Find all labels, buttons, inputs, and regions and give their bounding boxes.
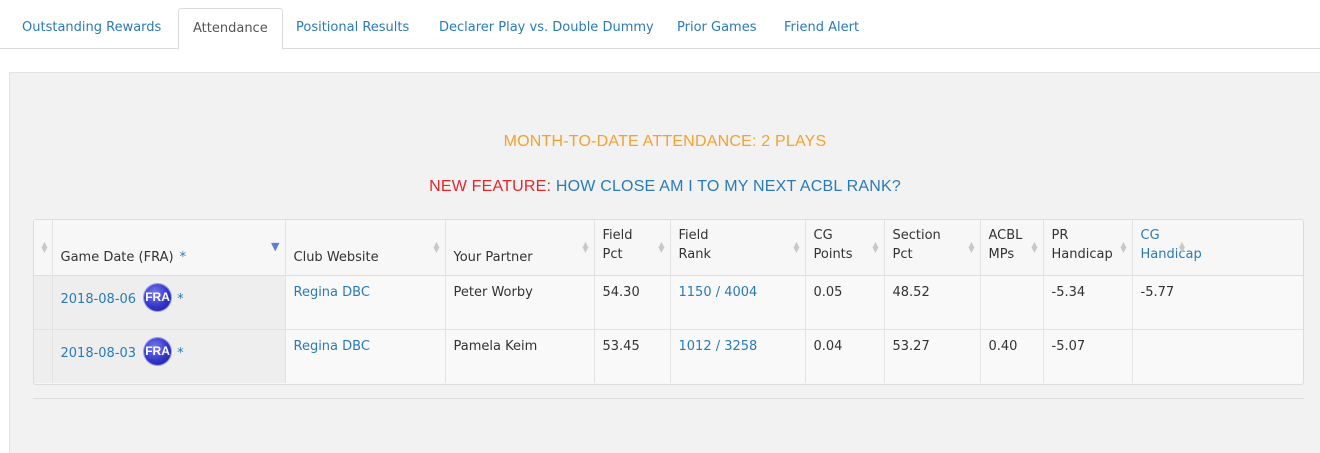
header-pr-handicap[interactable]: PR Handicap ▲ ▼ <box>1043 220 1133 275</box>
tab-positional-results[interactable]: Positional Results <box>296 8 409 50</box>
header-club-website[interactable]: Club Website ▲ ▼ <box>285 220 446 275</box>
fra-badge-icon: FRA <box>144 283 172 311</box>
table-row: 2018-08-06 FRA * Regina DBC Peter Worby 54… <box>34 275 1303 329</box>
sort-icon[interactable]: ▲ ▼ <box>582 241 588 254</box>
game-date-link[interactable]: 2018-08-03 <box>61 346 137 361</box>
cell-section-pct: 48.52 <box>884 275 981 329</box>
cell-game-date: 2018-08-06 FRA * <box>52 275 286 329</box>
header-cg-points-label: CG Points <box>813 228 853 262</box>
club-website-link[interactable]: Regina DBC <box>294 339 370 354</box>
header-game-date[interactable]: Game Date (FRA) * ▼ <box>52 220 286 275</box>
new-feature-line: NEW FEATURE: HOW CLOSE AM I TO MY NEXT A… <box>10 178 1320 196</box>
new-feature-label: NEW FEATURE: <box>429 178 552 195</box>
header-acbl-mps-label: ACBL MPs <box>988 228 1023 262</box>
field-rank-link[interactable]: 1012 / 3258 <box>679 339 758 354</box>
header-field-pct-label: Field Pct <box>602 228 633 262</box>
sort-icon[interactable]: ▲ ▼ <box>968 241 974 254</box>
header-game-date-label: Game Date (FRA) <box>60 249 174 265</box>
row-spacer <box>34 329 53 383</box>
cell-club-website: Regina DBC <box>285 275 446 329</box>
header-acbl-mps[interactable]: ACBL MPs ▲ ▼ <box>980 220 1044 275</box>
cell-cg-points: 0.05 <box>805 275 885 329</box>
header-your-partner[interactable]: Your Partner ▲ ▼ <box>445 220 595 275</box>
cell-field-pct: 54.30 <box>594 275 671 329</box>
header-field-rank[interactable]: Field Rank ▲ ▼ <box>670 220 806 275</box>
header-spacer: ▲ ▼ <box>34 220 53 275</box>
tab-outstanding-rewards[interactable]: Outstanding Rewards <box>22 8 161 50</box>
header-your-partner-label: Your Partner <box>453 249 533 265</box>
row-star: * <box>177 291 184 307</box>
fra-badge-icon: FRA <box>144 337 172 365</box>
cell-cg-handicap: -5.77 <box>1132 275 1303 329</box>
game-date-link[interactable]: 2018-08-06 <box>61 292 137 307</box>
tab-prior-games[interactable]: Prior Games <box>677 8 756 50</box>
sort-icon[interactable]: ▲ ▼ <box>433 241 439 254</box>
cell-cg-points: 0.04 <box>805 329 885 383</box>
cell-game-date: 2018-08-03 FRA * <box>52 329 286 383</box>
header-field-pct[interactable]: Field Pct ▲ ▼ <box>594 220 671 275</box>
month-to-date-attendance: MONTH-TO-DATE ATTENDANCE: 2 PLAYS <box>503 133 827 150</box>
divider <box>33 398 1304 399</box>
cell-pr-handicap: -5.34 <box>1043 275 1133 329</box>
cell-acbl-mps <box>980 275 1044 329</box>
cell-your-partner: Peter Worby <box>445 275 595 329</box>
cell-field-rank: 1012 / 3258 <box>670 329 806 383</box>
sort-icon[interactable]: ▲ ▼ <box>793 241 799 254</box>
row-star: * <box>177 345 184 361</box>
tab-friend-alert[interactable]: Friend Alert <box>784 8 859 50</box>
cell-section-pct: 53.27 <box>884 329 981 383</box>
attendance-panel: MONTH-TO-DATE ATTENDANCE: 2 PLAYS NEW FE… <box>9 72 1320 453</box>
cell-acbl-mps: 0.40 <box>980 329 1044 383</box>
header-section-pct[interactable]: Section Pct ▲ ▼ <box>884 220 981 275</box>
club-website-link[interactable]: Regina DBC <box>294 285 370 300</box>
header-cg-handicap[interactable]: CG Handicap ▲ ▼ <box>1132 220 1303 275</box>
header-pr-handicap-label: PR Handicap <box>1051 228 1113 262</box>
header-club-website-label: Club Website <box>293 249 379 265</box>
cell-your-partner: Pamela Keim <box>445 329 595 383</box>
header-cg-points[interactable]: CG Points ▲ ▼ <box>805 220 885 275</box>
tab-declarer-play[interactable]: Declarer Play vs. Double Dummy <box>439 8 654 50</box>
sort-desc-icon[interactable]: ▼ <box>271 241 279 252</box>
header-section-pct-label: Section Pct <box>892 228 941 262</box>
cell-club-website: Regina DBC <box>285 329 446 383</box>
sort-icon[interactable]: ▲ ▼ <box>1031 241 1037 254</box>
row-spacer <box>34 275 53 329</box>
attendance-table: ▲ ▼ Game Date (FRA) * ▼ Club Website ▲ ▼ Yo… <box>33 219 1304 385</box>
sort-icon[interactable]: ▲ ▼ <box>1120 241 1126 254</box>
sort-icon[interactable]: ▲ ▼ <box>1179 241 1185 254</box>
cell-field-pct: 53.45 <box>594 329 671 383</box>
cell-field-rank: 1150 / 4004 <box>670 275 806 329</box>
header-cg-handicap-label: CG Handicap <box>1140 228 1202 262</box>
header-star: * <box>179 249 187 265</box>
cell-cg-handicap <box>1132 329 1303 383</box>
table-header-row: ▲ ▼ Game Date (FRA) * ▼ Club Website ▲ ▼ Yo… <box>34 220 1303 275</box>
field-rank-link[interactable]: 1150 / 4004 <box>679 285 758 300</box>
tab-attendance[interactable]: Attendance <box>178 8 283 50</box>
cell-pr-handicap: -5.07 <box>1043 329 1133 383</box>
acbl-rank-link[interactable]: HOW CLOSE AM I TO MY NEXT ACBL RANK? <box>556 178 901 195</box>
table-row: 2018-08-03 FRA * Regina DBC Pamela Keim 53… <box>34 329 1303 383</box>
sort-icon[interactable]: ▲ ▼ <box>41 241 47 254</box>
tab-bar: Outstanding Rewards Attendance Positiona… <box>0 0 1320 50</box>
header-field-rank-label: Field Rank <box>678 228 711 262</box>
sort-icon[interactable]: ▲ ▼ <box>658 241 664 254</box>
sort-icon[interactable]: ▲ ▼ <box>872 241 878 254</box>
